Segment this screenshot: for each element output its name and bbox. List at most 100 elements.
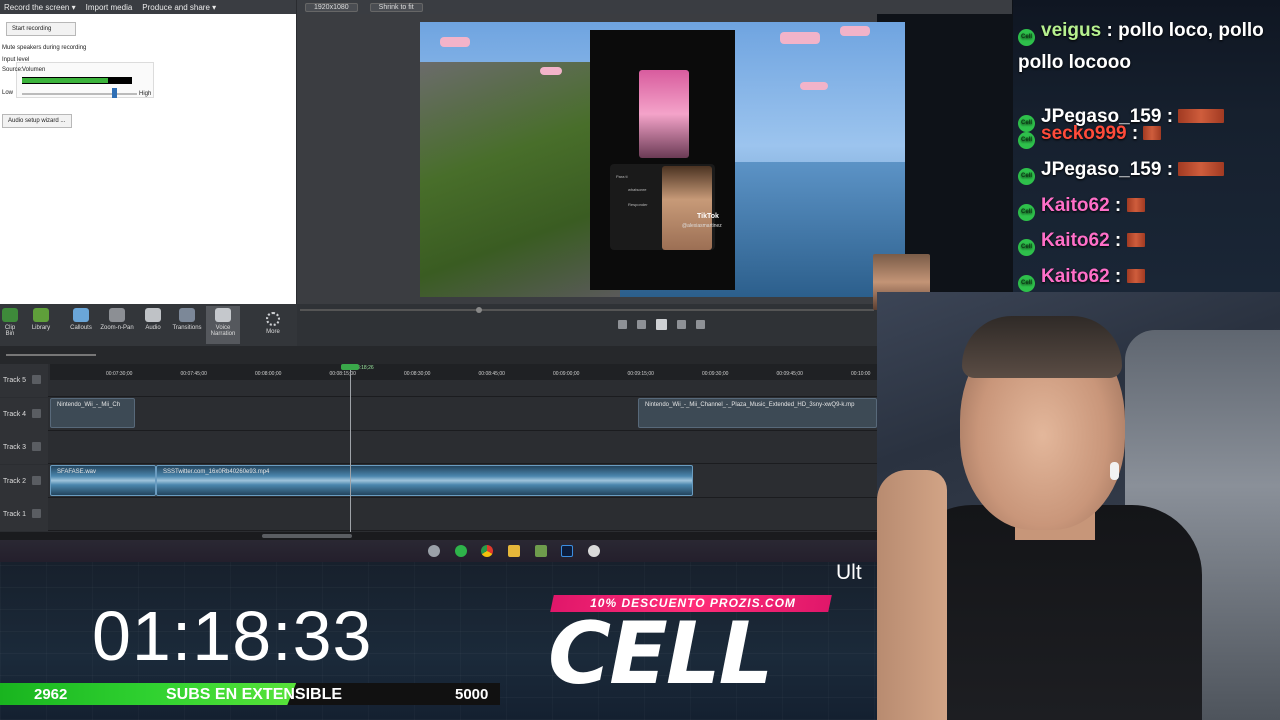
camtasia-menubar: Record the screen ▾ Import media Produce… bbox=[0, 0, 296, 14]
source-label: Source: bbox=[2, 67, 23, 73]
tool-microphone[interactable]: Voice Narration bbox=[206, 306, 240, 344]
tiktok-overlay: Para ti whatsonre Responder TikTok @alex… bbox=[590, 30, 735, 290]
chat-emote bbox=[1126, 198, 1145, 212]
track-label[interactable]: Track 5 bbox=[0, 364, 48, 397]
shrink-to-fit-dropdown[interactable]: Shrink to fit bbox=[369, 2, 423, 12]
volume-slider-track[interactable] bbox=[22, 93, 137, 95]
tool-transitions[interactable]: Transitions bbox=[170, 306, 204, 344]
obs-icon[interactable] bbox=[428, 545, 440, 557]
streamer-hair bbox=[962, 316, 1122, 378]
zoom-icon bbox=[109, 308, 125, 322]
menu-record-screen[interactable]: Record the screen ▾ bbox=[4, 3, 76, 12]
tool-label: Callouts bbox=[70, 325, 92, 331]
chat-emote bbox=[1178, 162, 1225, 176]
tool-clip-bin[interactable]: Clip Bin bbox=[0, 306, 20, 344]
callouts-icon bbox=[73, 308, 89, 322]
chat-separator: : bbox=[1109, 195, 1127, 216]
chrome-icon[interactable] bbox=[481, 545, 493, 557]
timeline-scrollbar-thumb[interactable] bbox=[262, 534, 352, 538]
sub-goal-bar: 2962 SUBS EN EXTENSIBLE 5000 bbox=[0, 683, 500, 705]
preview-toolbar: 1920x1080 Shrink to fit bbox=[297, 0, 1012, 14]
tool-label: Library bbox=[31, 325, 51, 331]
chat-username[interactable]: secko999 bbox=[1041, 123, 1127, 144]
track-label[interactable]: Track 3 bbox=[0, 431, 48, 464]
more-button[interactable]: More bbox=[258, 304, 288, 346]
volume-slider-thumb[interactable] bbox=[112, 88, 118, 98]
chat-username[interactable]: Kaito62 bbox=[1041, 230, 1110, 251]
tool-library[interactable]: Library bbox=[24, 306, 58, 344]
sub-goal-current: 2962 bbox=[34, 686, 68, 703]
spotify-icon[interactable] bbox=[455, 545, 467, 557]
tool-zoom[interactable]: Zoom-n-Pan bbox=[100, 306, 134, 344]
camtasia-icon[interactable] bbox=[535, 545, 547, 557]
chat-username[interactable]: Kaito62 bbox=[1041, 195, 1110, 216]
next-clip-button[interactable] bbox=[696, 320, 705, 329]
tiktok-reply: Responder bbox=[628, 202, 648, 207]
tiktok-video-man bbox=[662, 166, 712, 250]
chat-username[interactable]: veigus bbox=[1041, 20, 1101, 41]
scrubber-knob[interactable] bbox=[476, 307, 482, 313]
start-recording-button[interactable]: Start recording bbox=[6, 22, 76, 36]
timeline-toolbar bbox=[0, 346, 877, 364]
track-name: Track 5 bbox=[3, 377, 27, 384]
chat-emote bbox=[1178, 109, 1225, 123]
clip-ssstwitter-mp4[interactable]: SSSTwitter.com_16x0Rb40260e93.mp4 bbox=[156, 465, 693, 496]
preview-scrubber[interactable] bbox=[300, 307, 874, 313]
streamer-tattooed-arm bbox=[877, 470, 947, 720]
photoshop-icon[interactable] bbox=[561, 545, 573, 557]
step-forward-button[interactable] bbox=[677, 320, 686, 329]
menu-import-media[interactable]: Import media bbox=[86, 3, 133, 12]
timeline-scrollbar[interactable] bbox=[0, 532, 877, 540]
chat-separator: : bbox=[1126, 123, 1144, 144]
chat-separator: : bbox=[1101, 20, 1119, 41]
track-label[interactable]: Track 1 bbox=[0, 498, 48, 531]
timeline-zoom-slider[interactable] bbox=[6, 354, 96, 356]
chat-username[interactable]: JPegaso_159 bbox=[1041, 159, 1161, 180]
sub-badge-icon: Cell bbox=[1018, 168, 1035, 185]
discord-icon[interactable] bbox=[588, 545, 600, 557]
track-lock-icon[interactable] bbox=[32, 475, 41, 485]
track-lock-icon[interactable] bbox=[32, 408, 41, 418]
track-label[interactable]: Track 4 bbox=[0, 397, 48, 431]
playhead-handle[interactable] bbox=[341, 364, 359, 370]
tool-callouts[interactable]: Callouts bbox=[64, 306, 98, 344]
track-lock-icon[interactable] bbox=[32, 509, 41, 518]
input-level-meter bbox=[22, 77, 132, 84]
clip-nintendo-wii-short[interactable]: Nintendo_Wii_-_Mii_Ch bbox=[50, 398, 135, 428]
sub-badge-icon: Cell bbox=[1018, 275, 1035, 292]
menu-produce-share[interactable]: Produce and share ▾ bbox=[142, 3, 216, 12]
clip-nintendo-wii-plaza[interactable]: Nintendo_Wii_-_Mii_Channel_-_Plaza_Music… bbox=[638, 398, 877, 428]
cell-logo: CELL bbox=[548, 604, 773, 704]
tool-audio[interactable]: Audio bbox=[136, 306, 170, 344]
tool-label: Transitions bbox=[172, 325, 202, 331]
mute-speakers-label[interactable]: Mute speakers during recording bbox=[2, 45, 86, 51]
chat-username[interactable]: Kaito62 bbox=[1041, 266, 1110, 287]
track-label[interactable]: Track 2 bbox=[0, 464, 48, 498]
stream-frame: Record the screen ▾ Import media Produce… bbox=[0, 0, 1280, 720]
resolution-dropdown[interactable]: 1920x1080 bbox=[305, 2, 358, 12]
chat-message-continued: pollo locooo bbox=[1018, 52, 1131, 73]
timeline-playhead[interactable] bbox=[350, 364, 351, 540]
track-lock-icon[interactable] bbox=[32, 375, 41, 384]
file-explorer-icon[interactable] bbox=[508, 545, 520, 557]
high-label: High bbox=[139, 91, 152, 97]
tiktok-logo: TikTok bbox=[697, 213, 719, 220]
chat-emote bbox=[1126, 233, 1145, 247]
step-back-button[interactable] bbox=[637, 320, 646, 329]
more-icon bbox=[266, 312, 280, 326]
sub-badge-icon: Cell bbox=[1018, 204, 1035, 221]
source-value[interactable]: Volumen bbox=[22, 67, 45, 73]
track-lock-icon[interactable] bbox=[32, 442, 41, 451]
pause-button[interactable] bbox=[656, 319, 667, 330]
clip-sfafase-wav[interactable]: SFAFASE.wav bbox=[50, 465, 156, 496]
stream-timer: 01:18:33 bbox=[92, 597, 373, 675]
track-name: Track 1 bbox=[3, 511, 27, 518]
chat-emote bbox=[1143, 126, 1162, 140]
audio-icon bbox=[145, 308, 161, 322]
track-name: Track 3 bbox=[3, 444, 27, 451]
audio-setup-wizard-button[interactable]: Audio setup wizard ... bbox=[2, 114, 72, 128]
prev-clip-button[interactable] bbox=[618, 320, 627, 329]
input-level-fill bbox=[22, 78, 108, 83]
tool-label: Audio bbox=[145, 325, 161, 331]
tools-panel: Clip Bin Library Callouts Zoom-n-Pan Audio Tr… bbox=[0, 304, 297, 346]
